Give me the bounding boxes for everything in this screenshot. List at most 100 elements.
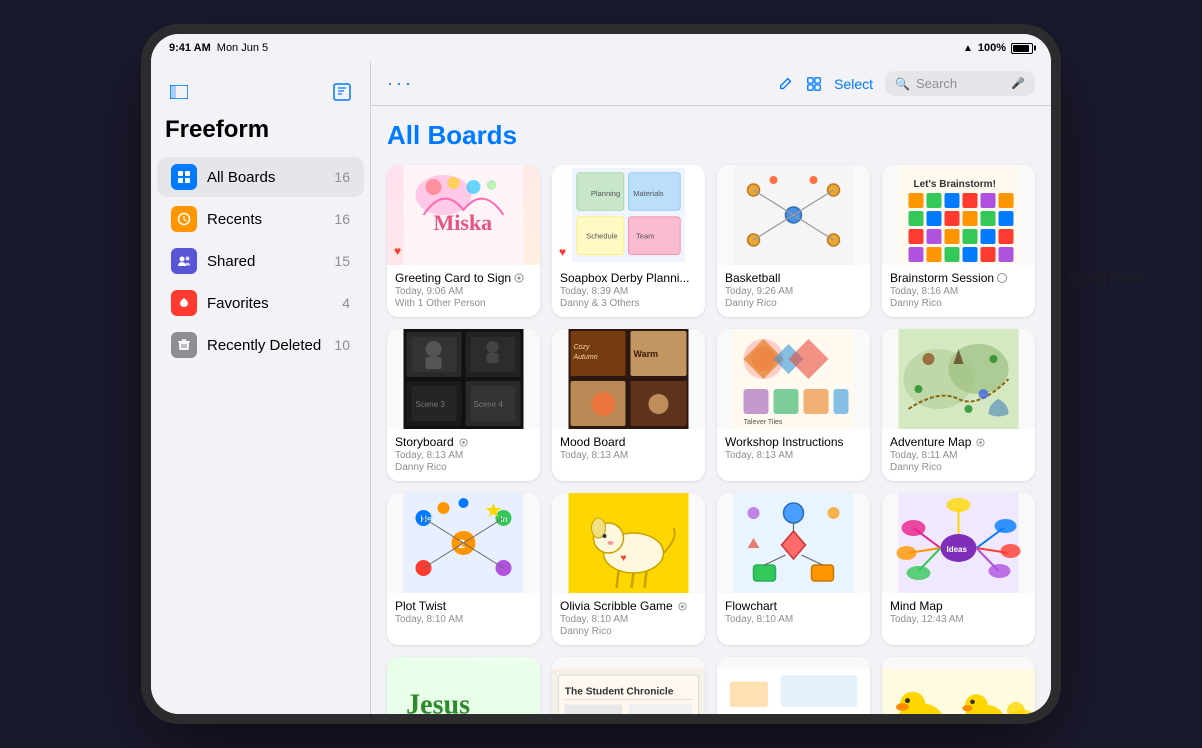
sidebar-label-recently-deleted: Recently Deleted: [207, 337, 334, 354]
boards-grid: Miska ♥ Greeting Card to S: [387, 165, 1035, 714]
toolbar-more-button[interactable]: ···: [387, 73, 414, 94]
board-card-moodboard[interactable]: Cozy Autumn Warm Mood Boa: [552, 329, 705, 481]
wifi-icon: ▲: [963, 43, 973, 54]
ipad-frame: 9:41 AM Mon Jun 5 ▲ 100%: [151, 34, 1051, 714]
board-name-basketball: Basketball: [725, 271, 780, 285]
board-title-row-brainstorm: Brainstorm Session: [890, 271, 1027, 285]
board-info-workshop: Workshop Instructions Today, 8:13 AM: [717, 429, 870, 469]
board-name-flowchart: Flowchart: [725, 599, 777, 613]
board-thumbnail-flowchart: [717, 493, 870, 593]
board-card-workshop[interactable]: Talever Tiles Workshop Instructions Toda…: [717, 329, 870, 481]
svg-text:Let's Brainstorm!: Let's Brainstorm!: [914, 179, 996, 190]
board-info-soapbox: Soapbox Derby Planni... Today, 8:39 AM D…: [552, 265, 705, 317]
sidebar-new-button[interactable]: [328, 78, 356, 106]
svg-text:Team: Team: [636, 232, 654, 241]
board-thumbnail-soapbox: Planning Materials Schedule Team ♥: [552, 165, 705, 265]
board-name-olivia: Olivia Scribble Game: [560, 599, 673, 613]
sidebar-item-recently-deleted[interactable]: Recently Deleted 10: [157, 325, 364, 365]
board-card-mindmap[interactable]: Ideas Mind Map Today, 12:43 AM: [882, 493, 1035, 645]
board-card-flowchart[interactable]: Flowchart Today, 8:10 AM: [717, 493, 870, 645]
board-card-greeting-card[interactable]: Miska ♥ Greeting Card to S: [387, 165, 540, 317]
board-info-flowchart: Flowchart Today, 8:10 AM: [717, 593, 870, 633]
mic-icon[interactable]: 🎤: [1011, 77, 1025, 90]
board-thumbnail-plottwist: 2 He In: [387, 493, 540, 593]
board-date-brainstorm: Today, 8:16 AM: [890, 286, 1027, 297]
search-icon: 🔍: [895, 77, 910, 91]
board-thumbnail-row4b: The Student Chronicle: [552, 657, 705, 714]
board-author-soapbox: Danny & 3 Others: [560, 298, 697, 309]
board-card-storyboard[interactable]: Scene 3 Scene 4 Storyboard Today, 8:13 A…: [387, 329, 540, 481]
board-date-storyboard: Today, 8:13 AM: [395, 450, 532, 461]
board-name-plottwist: Plot Twist: [395, 599, 446, 613]
board-title-row-workshop: Workshop Instructions: [725, 435, 862, 449]
svg-text:♥: ♥: [621, 553, 627, 564]
board-name-mindmap: Mind Map: [890, 599, 943, 613]
battery-percent: 100%: [978, 42, 1006, 54]
comment-icon-adventure: [976, 438, 985, 447]
svg-text:Warm: Warm: [634, 349, 659, 359]
svg-text:Talever Tiles: Talever Tiles: [744, 419, 783, 426]
board-info-greeting-card: Greeting Card to Sign Today, 9:06 AM Wit…: [387, 265, 540, 317]
status-day: Mon Jun 5: [217, 42, 268, 54]
sidebar-count-recently-deleted: 10: [334, 337, 350, 353]
shared-indicator-brainstorm: [997, 273, 1007, 283]
board-card-brainstorm[interactable]: Let's Brainstorm!: [882, 165, 1035, 317]
board-card-olivia[interactable]: ♥ Olivia Scribble Game Today, 8:10 AM Da…: [552, 493, 705, 645]
board-name-adventure: Adventure Map: [890, 435, 971, 449]
board-title-row-greeting: Greeting Card to Sign: [395, 271, 532, 285]
board-title-row-moodboard: Mood Board: [560, 435, 697, 449]
board-info-basketball: Basketball Today, 9:26 AM Danny Rico: [717, 265, 870, 317]
sidebar-item-recents[interactable]: Recents 16: [157, 199, 364, 239]
sidebar-app-title: Freeform: [151, 112, 370, 156]
board-card-basketball[interactable]: Basketball Today, 9:26 AM Danny Rico: [717, 165, 870, 317]
main-content: ···: [371, 62, 1051, 714]
board-date-flowchart: Today, 8:10 AM: [725, 614, 862, 625]
toolbar: ···: [371, 62, 1051, 106]
sidebar-label-favorites: Favorites: [207, 295, 342, 312]
board-author-basketball: Danny Rico: [725, 298, 862, 309]
compose-button[interactable]: [778, 76, 794, 92]
sidebar-item-all-boards[interactable]: All Boards 16: [157, 157, 364, 197]
board-date-mindmap: Today, 12:43 AM: [890, 614, 1027, 625]
sidebar-icon-shared: [171, 248, 197, 274]
board-name-workshop: Workshop Instructions: [725, 435, 844, 449]
sidebar-icon-deleted: [171, 332, 197, 358]
svg-text:Ideas: Ideas: [947, 545, 968, 554]
board-date-olivia: Today, 8:10 AM: [560, 614, 697, 625]
select-button[interactable]: Select: [834, 76, 873, 92]
sidebar-icon-all-boards: [171, 164, 197, 190]
svg-text:Autumn: Autumn: [573, 354, 598, 361]
sidebar-count-shared: 15: [334, 253, 350, 269]
board-date-moodboard: Today, 8:13 AM: [560, 450, 697, 461]
board-name-storyboard: Storyboard: [395, 435, 454, 449]
board-date-greeting: Today, 9:06 AM: [395, 286, 532, 297]
battery-icon: [1011, 43, 1033, 54]
svg-text:Materials: Materials: [633, 189, 664, 198]
board-thumbnail-storyboard: Scene 3 Scene 4: [387, 329, 540, 429]
board-card-soapbox[interactable]: Planning Materials Schedule Team ♥ Soapb…: [552, 165, 705, 317]
board-thumbnail-olivia: ♥: [552, 493, 705, 593]
board-title-row-soapbox: Soapbox Derby Planni...: [560, 271, 697, 285]
board-thumbnail-row4c: [717, 657, 870, 714]
svg-text:Jesus: Jesus: [406, 689, 470, 714]
board-info-plottwist: Plot Twist Today, 8:10 AM: [387, 593, 540, 633]
board-author-storyboard: Danny Rico: [395, 462, 532, 473]
board-card-adventure[interactable]: Adventure Map Today, 8:11 AM Danny Rico: [882, 329, 1035, 481]
app-container: Freeform All Boards 16: [151, 62, 1051, 714]
search-bar[interactable]: 🔍 Search 🎤: [885, 71, 1035, 96]
board-card-plottwist[interactable]: 2 He In: [387, 493, 540, 645]
board-thumbnail-workshop: Talever Tiles: [717, 329, 870, 429]
annotation-shared-text: A shared board: [1055, 270, 1143, 285]
sidebar-item-shared[interactable]: Shared 15: [157, 241, 364, 281]
board-card-row4d[interactable]: Duck board: [882, 657, 1035, 714]
grid-view-button[interactable]: [806, 76, 822, 92]
board-info-brainstorm: Brainstorm Session Today, 8:16 AM Danny …: [882, 265, 1035, 317]
board-card-row4b[interactable]: The Student Chronicle The Student Chroni…: [552, 657, 705, 714]
sidebar: Freeform All Boards 16: [151, 62, 371, 714]
board-title-row-olivia: Olivia Scribble Game: [560, 599, 697, 613]
sidebar-toggle-button[interactable]: [165, 78, 193, 106]
sidebar-icon-favorites: [171, 290, 197, 316]
board-card-row4c[interactable]: Board 15: [717, 657, 870, 714]
sidebar-item-favorites[interactable]: Favorites 4: [157, 283, 364, 323]
board-card-row4a[interactable]: Jesus Jesus board: [387, 657, 540, 714]
